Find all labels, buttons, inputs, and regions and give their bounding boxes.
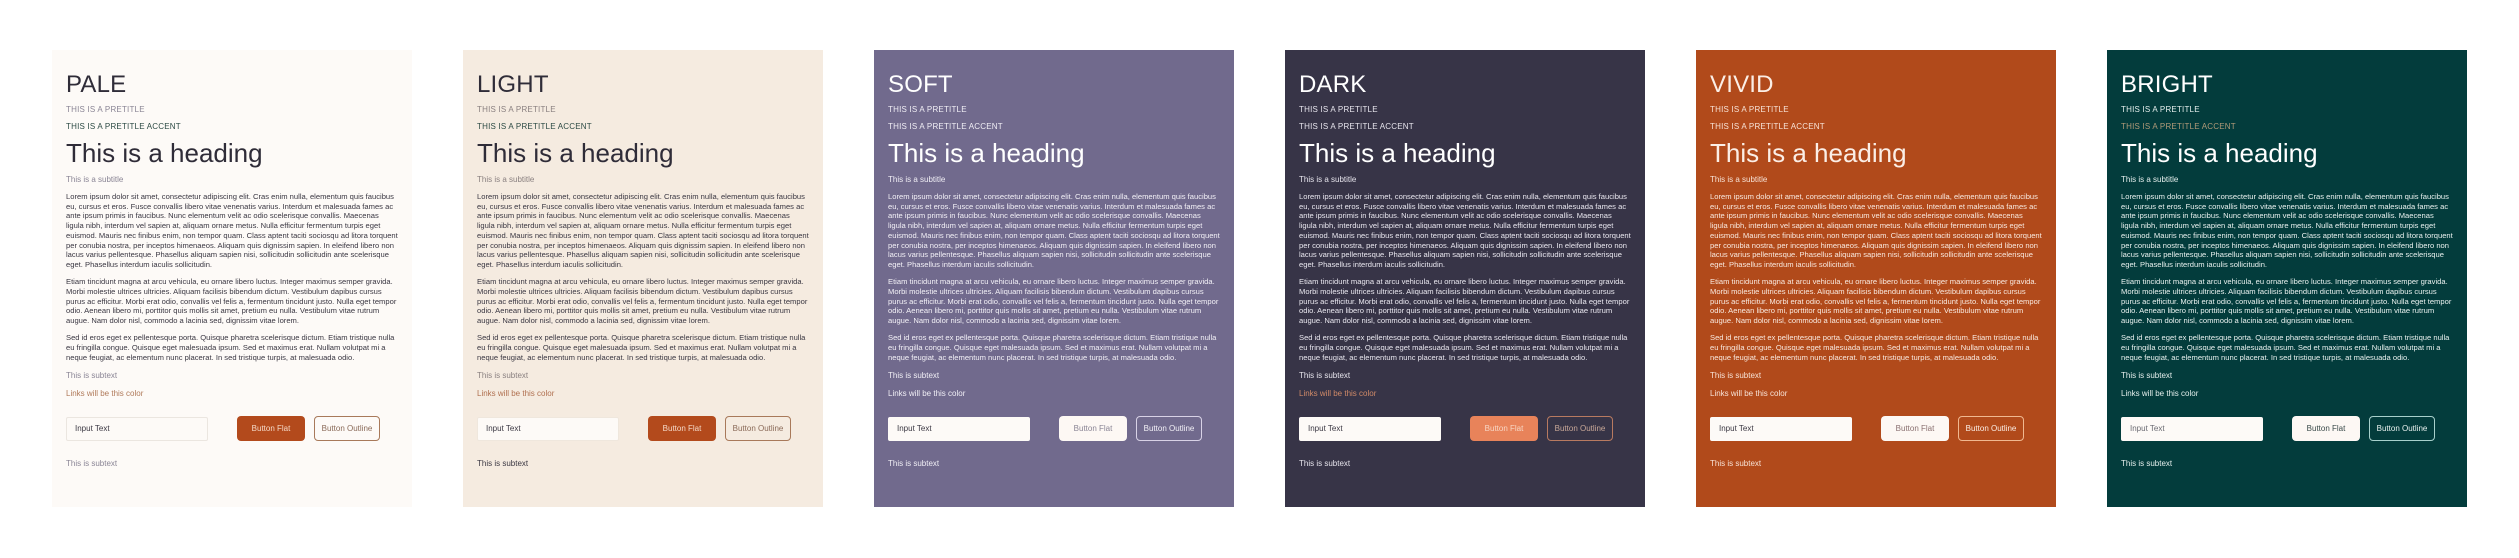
pretitle-accent: THIS IS A PRETITLE ACCENT (66, 122, 181, 131)
subtext: This is subtext (477, 371, 529, 381)
body-paragraph: Etiam tincidunt magna at arcu vehicula, … (477, 277, 808, 326)
sample-link[interactable]: Links will be this color (1299, 389, 1376, 399)
theme-panels: PALE THIS IS A PRETITLE THIS IS A PRETIT… (52, 50, 2467, 507)
controls-row: Button Flat Button Outline (477, 416, 809, 442)
heading: This is a heading (1299, 138, 1496, 168)
panel-title: PALE (66, 71, 127, 98)
button-outline[interactable]: Button Outline (314, 416, 380, 442)
panel-title: VIVID (1710, 71, 1774, 98)
button-flat[interactable]: Button Flat (237, 416, 305, 442)
subtext: This is subtext (888, 371, 940, 381)
body-paragraph: Etiam tincidunt magna at arcu vehicula, … (1710, 277, 2041, 326)
pretitle-accent: THIS IS A PRETITLE ACCENT (477, 122, 592, 131)
heading: This is a heading (66, 138, 263, 168)
text-input[interactable] (1710, 416, 1852, 441)
panel-title: LIGHT (477, 71, 549, 98)
subtext: This is subtext (1710, 371, 1762, 381)
pretitle: THIS IS A PRETITLE (66, 105, 145, 114)
controls-row: Button Flat Button Outline (1299, 416, 1631, 442)
controls-row: Button Flat Button Outline (1710, 416, 2042, 442)
text-input[interactable] (477, 416, 619, 441)
body-paragraph: Lorem ipsum dolor sit amet, consectetur … (1710, 192, 2042, 269)
text-input[interactable] (66, 416, 208, 441)
sample-link[interactable]: Links will be this color (1710, 389, 1787, 399)
button-flat[interactable]: Button Flat (1470, 416, 1538, 442)
body-paragraph: Sed id eros eget ex pellentesque porta. … (2121, 333, 2450, 362)
subtitle: This is a subtitle (2121, 175, 2179, 184)
subtitle: This is a subtitle (1299, 175, 1357, 184)
body-paragraph: Sed id eros eget ex pellentesque porta. … (1299, 333, 1628, 362)
body-paragraph: Lorem ipsum dolor sit amet, consectetur … (888, 192, 1220, 269)
pretitle: THIS IS A PRETITLE (2121, 105, 2200, 114)
pretitle: THIS IS A PRETITLE (477, 105, 556, 114)
subtext-bottom: This is subtext (477, 459, 529, 469)
button-flat[interactable]: Button Flat (648, 416, 716, 442)
pretitle-accent: THIS IS A PRETITLE ACCENT (1710, 122, 1825, 131)
body-paragraph: Sed id eros eget ex pellentesque porta. … (66, 333, 395, 362)
sample-link[interactable]: Links will be this color (2121, 389, 2198, 399)
theme-panel-soft: SOFT THIS IS A PRETITLE THIS IS A PRETIT… (874, 50, 1234, 507)
subtext-bottom: This is subtext (66, 459, 118, 469)
button-outline[interactable]: Button Outline (2369, 416, 2435, 442)
subtitle: This is a subtitle (888, 175, 946, 184)
body-paragraph: Lorem ipsum dolor sit amet, consectetur … (2121, 192, 2453, 269)
text-input[interactable] (2121, 416, 2263, 441)
body-paragraph: Lorem ipsum dolor sit amet, consectetur … (66, 192, 398, 269)
subtext: This is subtext (1299, 371, 1351, 381)
button-outline[interactable]: Button Outline (1547, 416, 1613, 442)
pretitle-accent: THIS IS A PRETITLE ACCENT (1299, 122, 1414, 131)
panel-title: DARK (1299, 71, 1367, 98)
controls-row: Button Flat Button Outline (888, 416, 1220, 442)
button-outline[interactable]: Button Outline (1136, 416, 1202, 442)
panel-title: BRIGHT (2121, 71, 2213, 98)
subtext-bottom: This is subtext (2121, 459, 2173, 469)
pretitle: THIS IS A PRETITLE (888, 105, 967, 114)
body-paragraph: Etiam tincidunt magna at arcu vehicula, … (2121, 277, 2452, 326)
body-paragraph: Etiam tincidunt magna at arcu vehicula, … (66, 277, 397, 326)
pretitle-accent: THIS IS A PRETITLE ACCENT (888, 122, 1003, 131)
button-flat[interactable]: Button Flat (1881, 416, 1949, 442)
text-input[interactable] (1299, 416, 1441, 441)
subtitle: This is a subtitle (477, 175, 535, 184)
controls-row: Button Flat Button Outline (2121, 416, 2453, 442)
body-paragraph: Lorem ipsum dolor sit amet, consectetur … (1299, 192, 1631, 269)
body-paragraph: Sed id eros eget ex pellentesque porta. … (477, 333, 806, 362)
subtext-bottom: This is subtext (888, 459, 940, 469)
theme-panel-bright: BRIGHT THIS IS A PRETITLE THIS IS A PRET… (2107, 50, 2467, 507)
sample-link[interactable]: Links will be this color (888, 389, 965, 399)
sample-link[interactable]: Links will be this color (66, 389, 143, 399)
pretitle-accent: THIS IS A PRETITLE ACCENT (2121, 122, 2236, 131)
subtext: This is subtext (66, 371, 118, 381)
theme-panel-dark: DARK THIS IS A PRETITLE THIS IS A PRETIT… (1285, 50, 1645, 507)
theme-panel-vivid: VIVID THIS IS A PRETITLE THIS IS A PRETI… (1696, 50, 2056, 507)
panel-title: SOFT (888, 71, 953, 98)
subtitle: This is a subtitle (1710, 175, 1768, 184)
controls-row: Button Flat Button Outline (66, 416, 398, 442)
body-paragraph: Sed id eros eget ex pellentesque porta. … (1710, 333, 2039, 362)
pretitle: THIS IS A PRETITLE (1710, 105, 1789, 114)
subtext-bottom: This is subtext (1710, 459, 1762, 469)
text-input[interactable] (888, 416, 1030, 441)
heading: This is a heading (1710, 138, 1907, 168)
subtext: This is subtext (2121, 371, 2173, 381)
subtext-bottom: This is subtext (1299, 459, 1351, 469)
body-paragraph: Etiam tincidunt magna at arcu vehicula, … (888, 277, 1219, 326)
button-outline[interactable]: Button Outline (1958, 416, 2024, 442)
body-paragraph: Etiam tincidunt magna at arcu vehicula, … (1299, 277, 1630, 326)
button-outline[interactable]: Button Outline (725, 416, 791, 442)
body-paragraph: Sed id eros eget ex pellentesque porta. … (888, 333, 1217, 362)
heading: This is a heading (477, 138, 674, 168)
theme-panel-light: LIGHT THIS IS A PRETITLE THIS IS A PRETI… (463, 50, 823, 507)
subtitle: This is a subtitle (66, 175, 124, 184)
body-paragraph: Lorem ipsum dolor sit amet, consectetur … (477, 192, 809, 269)
sample-link[interactable]: Links will be this color (477, 389, 554, 399)
button-flat[interactable]: Button Flat (1059, 416, 1127, 442)
heading: This is a heading (2121, 138, 2318, 168)
heading: This is a heading (888, 138, 1085, 168)
button-flat[interactable]: Button Flat (2292, 416, 2360, 442)
pretitle: THIS IS A PRETITLE (1299, 105, 1378, 114)
theme-panel-pale: PALE THIS IS A PRETITLE THIS IS A PRETIT… (52, 50, 412, 507)
